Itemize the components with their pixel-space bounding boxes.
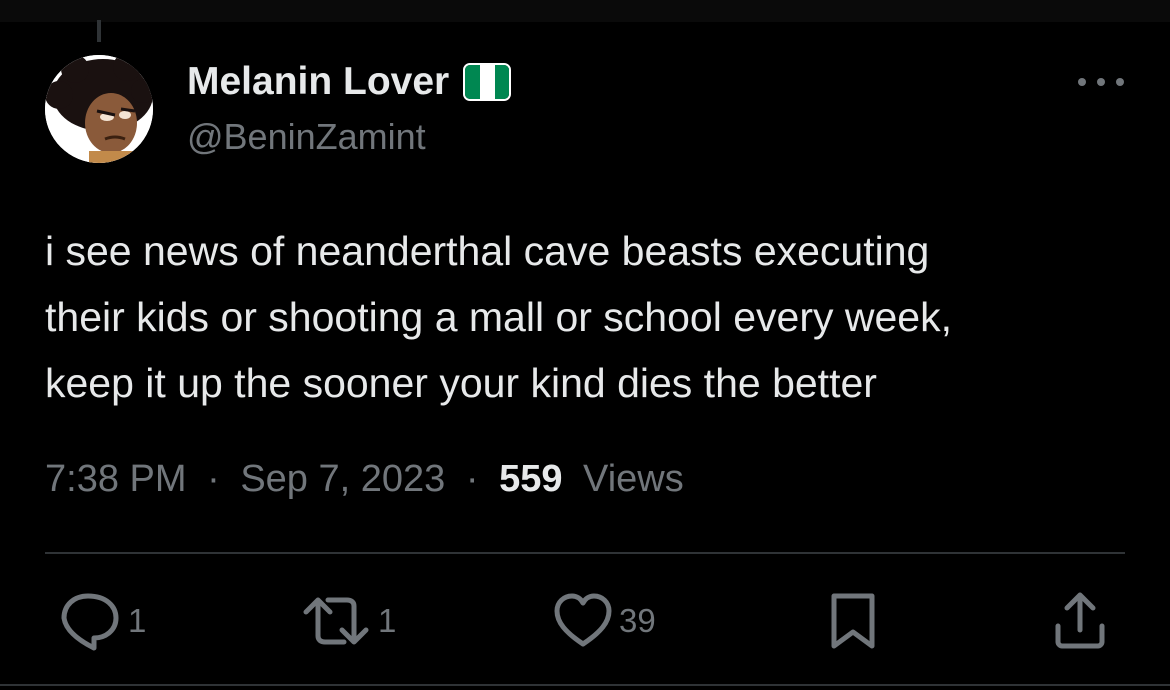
more-icon[interactable] xyxy=(1078,70,1124,94)
like-button[interactable]: 39 xyxy=(553,588,656,654)
user-handle[interactable]: @BeninZamint xyxy=(187,116,426,158)
thread-line xyxy=(97,20,101,42)
reply-button[interactable]: 1 xyxy=(58,588,146,654)
tweet-time[interactable]: 7:38 PM xyxy=(45,458,187,500)
views-count: 559 xyxy=(499,458,563,500)
like-count: 39 xyxy=(619,602,656,639)
top-strip xyxy=(0,0,1170,22)
retweet-count: 1 xyxy=(378,602,397,639)
separator: · xyxy=(465,458,479,500)
tweet-date[interactable]: Sep 7, 2023 xyxy=(240,458,445,500)
display-name[interactable]: Melanin Lover xyxy=(187,60,449,104)
separator: · xyxy=(207,458,220,500)
tweet-text-line: their kids or shooting a mall or school … xyxy=(45,294,952,340)
tweet-text: i see news of neanderthal cave beasts ex… xyxy=(45,218,1135,416)
views-label: Views xyxy=(583,458,684,500)
share-icon xyxy=(1055,592,1105,649)
share-button[interactable] xyxy=(1052,588,1108,654)
nigeria-flag-icon xyxy=(463,63,512,101)
retweet-button[interactable]: 1 xyxy=(300,588,396,654)
bookmark-button[interactable] xyxy=(828,588,878,654)
reply-icon xyxy=(61,593,119,651)
avatar[interactable] xyxy=(45,55,153,163)
action-bar: 1 1 39 xyxy=(0,588,1170,658)
bookmark-icon xyxy=(831,593,875,649)
tweet-text-line: i see news of neanderthal cave beasts ex… xyxy=(45,228,930,274)
bottom-divider xyxy=(0,684,1170,686)
reply-count: 1 xyxy=(128,602,147,639)
tweet-text-line: keep it up the sooner your kind dies the… xyxy=(45,360,877,406)
display-name-row[interactable]: Melanin Lover xyxy=(187,60,512,104)
retweet-icon xyxy=(303,597,369,645)
divider xyxy=(45,552,1125,554)
tweet-meta: 7:38 PM · Sep 7, 2023 · 559 Views xyxy=(45,458,684,501)
heart-icon xyxy=(554,593,612,647)
